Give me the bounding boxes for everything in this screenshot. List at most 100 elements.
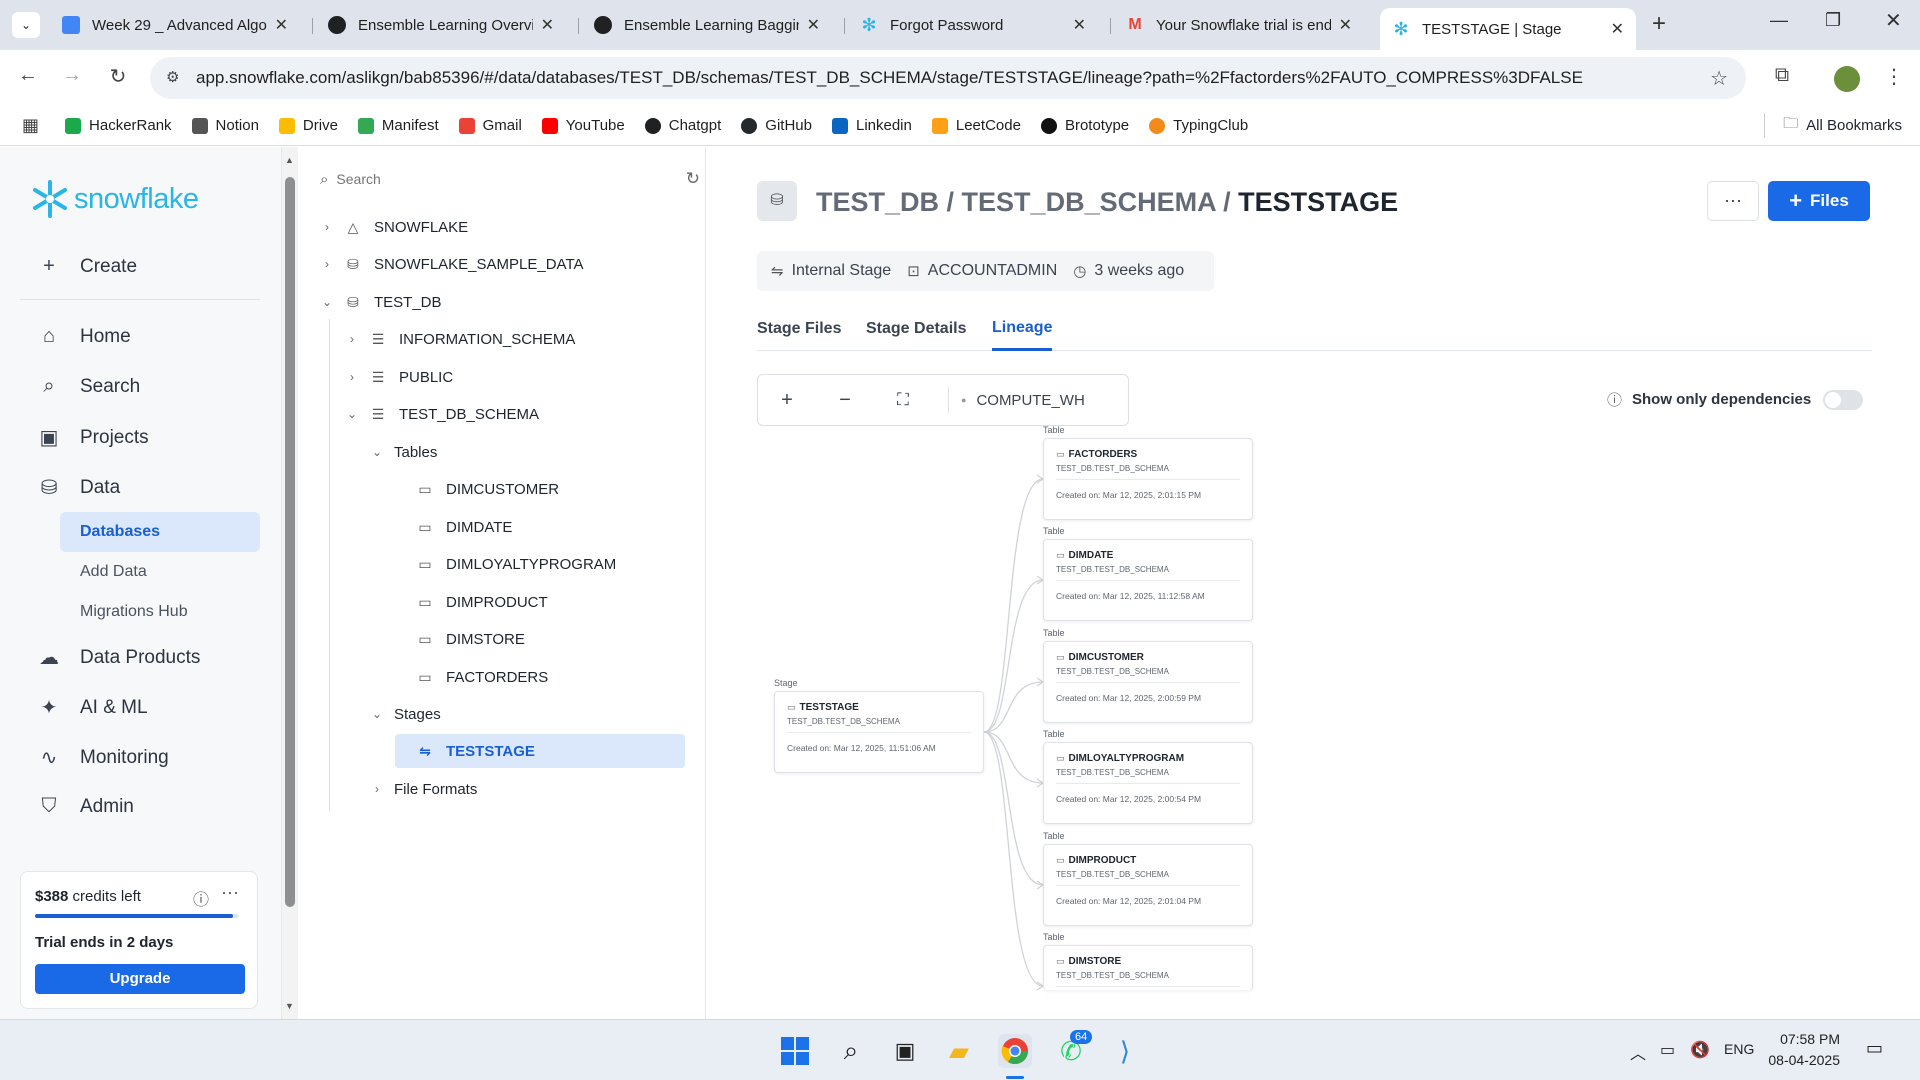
bookmark-typingclub[interactable]: TypingClub [1149,117,1248,134]
profile-avatar[interactable] [1834,66,1860,92]
nav-projects[interactable]: ▣ Projects [38,425,149,450]
clock-time[interactable]: 07:58 PM [1776,1031,1840,1047]
nav-migrations-hub[interactable]: Migrations Hub [60,592,260,632]
bookmark-star-icon[interactable]: ☆ [1710,66,1728,91]
snowflake-logo[interactable]: snowflake [30,179,199,219]
close-icon[interactable]: ✕ [541,15,554,35]
tree-item-stages[interactable]: ⌄ Stages [370,697,441,731]
tree-item-sample-data[interactable]: › ⛁ SNOWFLAKE_SAMPLE_DATA [320,247,584,281]
apps-grid-icon[interactable]: ▦ [22,115,39,136]
chrome-icon[interactable] [998,1034,1032,1068]
nav-monitoring[interactable]: ∿ Monitoring [38,745,169,770]
search-icon[interactable]: ⌕ [834,1034,868,1068]
restore-icon[interactable]: ❐ [1825,10,1841,31]
scroll-down-icon[interactable]: ▼ [285,1001,294,1011]
bookmark-drive[interactable]: Drive [278,117,338,134]
lineage-node-table[interactable]: ▭ DIMSTORE TEST_DB.TEST_DB_SCHEMA [1043,945,1253,990]
menu-kebab-icon[interactable]: ⋮ [1880,64,1908,89]
lineage-node-table[interactable]: ▭ FACTORDERS TEST_DB.TEST_DB_SCHEMA Created… [1043,438,1253,520]
notifications-icon[interactable]: ▭ [1866,1038,1883,1059]
browser-tab[interactable]: ✻ Forgot Password ✕ [848,8,1098,42]
tree-search-input[interactable] [336,171,637,187]
new-tab-icon[interactable]: + [1652,10,1666,38]
close-icon[interactable]: ✕ [1073,15,1086,35]
close-icon[interactable]: ✕ [1339,15,1352,35]
bookmark-chatgpt[interactable]: Chatgpt [644,117,721,134]
bookmark-brototype[interactable]: Brototype [1040,117,1129,134]
bookmark-manifest[interactable]: Manifest [357,117,439,134]
sidebar-scrollbar[interactable]: ▲ ▼ [282,147,298,1019]
tree-item-teststage[interactable]: ⇋ TESTSTAGE [395,734,685,768]
browser-tab[interactable]: M Your Snowflake trial is end ✕ [1114,8,1364,42]
chevron-right-icon[interactable]: › [345,370,359,384]
chevron-down-icon[interactable]: ⌄ [370,445,384,459]
bookmark-leetcode[interactable]: LeetCode [931,117,1021,134]
window-close-icon[interactable]: ✕ [1885,8,1902,33]
bookmark-hackerrank[interactable]: HackerRank [65,117,172,134]
tab-search-icon[interactable]: ⌄ [12,12,40,38]
reload-icon[interactable]: ↻ [104,64,132,89]
nav-data[interactable]: ⛁ Data [38,475,121,500]
volume-muted-icon[interactable]: 🔇 [1690,1040,1710,1060]
tree-item-tables[interactable]: ⌄ Tables [370,435,437,469]
tree-item-table[interactable]: ▭ DIMDATE [416,510,512,544]
tree-item-test-db-schema[interactable]: ⌄ ☰ TEST_DB_SCHEMA [345,397,539,431]
tree-item-snowflake[interactable]: › △ SNOWFLAKE [320,210,468,244]
site-info-icon[interactable]: ⚙ [166,68,179,86]
close-icon[interactable]: ✕ [275,15,288,35]
scrollbar-thumb[interactable] [285,177,295,907]
more-icon[interactable]: ··· [221,882,239,903]
browser-tab[interactable]: Week 29 _ Advanced Algor ✕ [50,8,300,42]
clock-date[interactable]: 08-04-2025 [1766,1052,1840,1068]
battery-icon[interactable]: ▭ [1660,1040,1675,1060]
tree-item-table[interactable]: ▭ FACTORDERS [416,660,548,694]
browser-tab[interactable]: Ensemble Learning Baggin ✕ [582,8,832,42]
tree-item-table[interactable]: ▭ DIMCUSTOMER [416,472,559,506]
file-explorer-icon[interactable]: ▰ [942,1034,976,1068]
lineage-node-table[interactable]: ▭ DIMLOYALTYPROGRAM TEST_DB.TEST_DB_SCHEMA… [1043,742,1253,824]
tree-item-test-db[interactable]: ⌄ ⛁ TEST_DB [320,285,442,319]
all-bookmarks[interactable]: 🗀 All Bookmarks [1764,113,1902,138]
scroll-up-icon[interactable]: ▲ [285,155,294,165]
info-icon[interactable]: ⓘ [193,886,209,910]
chevron-down-icon[interactable]: ⌄ [345,407,359,421]
nav-databases[interactable]: Databases [60,512,260,552]
tree-item-table[interactable]: ▭ DIMSTORE [416,622,525,656]
chevron-right-icon[interactable]: › [320,220,334,234]
bookmark-notion[interactable]: Notion [191,117,259,134]
browser-tab[interactable]: Ensemble Learning Overvie ✕ [316,8,566,42]
nav-home[interactable]: ⌂ Home [38,325,131,348]
chevron-up-icon[interactable]: ︿ [1630,1040,1646,1064]
bookmark-linkedin[interactable]: Linkedin [831,117,912,134]
vscode-icon[interactable]: ⟩ [1108,1034,1142,1068]
lineage-node-table[interactable]: ▭ DIMCUSTOMER TEST_DB.TEST_DB_SCHEMA Create… [1043,641,1253,723]
tree-item-file-formats[interactable]: › File Formats [370,772,477,806]
tree-item-table[interactable]: ▭ DIMPRODUCT [416,585,547,619]
nav-search[interactable]: ⌕ Search [38,375,140,398]
chevron-right-icon[interactable]: › [370,782,384,796]
close-icon[interactable]: ✕ [1611,19,1624,39]
tree-item-table[interactable]: ▭ DIMLOYALTYPROGRAM [416,547,616,581]
lineage-node-stage[interactable]: ▭ TESTSTAGE TEST_DB.TEST_DB_SCHEMA Created … [774,691,984,773]
nav-add-data[interactable]: Add Data [60,552,260,592]
browser-tab-active[interactable]: ✻ TESTSTAGE | Stage ✕ [1380,8,1636,50]
upgrade-button[interactable]: Upgrade [35,964,245,994]
url-bar[interactable]: ⚙ app.snowflake.com/aslikgn/bab85396/#/d… [150,57,1746,99]
bookmark-gmail[interactable]: Gmail [458,117,522,134]
back-icon[interactable]: ← [14,64,42,87]
lineage-node-table[interactable]: ▭ DIMPRODUCT TEST_DB.TEST_DB_SCHEMA Created… [1043,844,1253,926]
chevron-down-icon[interactable]: ⌄ [370,707,384,721]
chevron-right-icon[interactable]: › [320,257,334,271]
forward-icon[interactable]: → [58,64,86,87]
chevron-right-icon[interactable]: › [345,332,359,346]
refresh-icon[interactable]: ↻ [686,169,700,189]
windows-start-icon[interactable] [778,1034,812,1068]
extensions-icon[interactable]: ⧉ [1768,64,1796,87]
lineage-node-table[interactable]: ▭ DIMDATE TEST_DB.TEST_DB_SCHEMA Created on… [1043,539,1253,621]
tree-item-public[interactable]: › ☰ PUBLIC [345,360,453,394]
chevron-down-icon[interactable]: ⌄ [320,295,334,309]
close-icon[interactable]: ✕ [807,15,820,35]
bookmark-github[interactable]: GitHub [741,117,812,134]
minimize-icon[interactable]: — [1770,10,1788,31]
tree-item-information-schema[interactable]: › ☰ INFORMATION_SCHEMA [345,322,575,356]
